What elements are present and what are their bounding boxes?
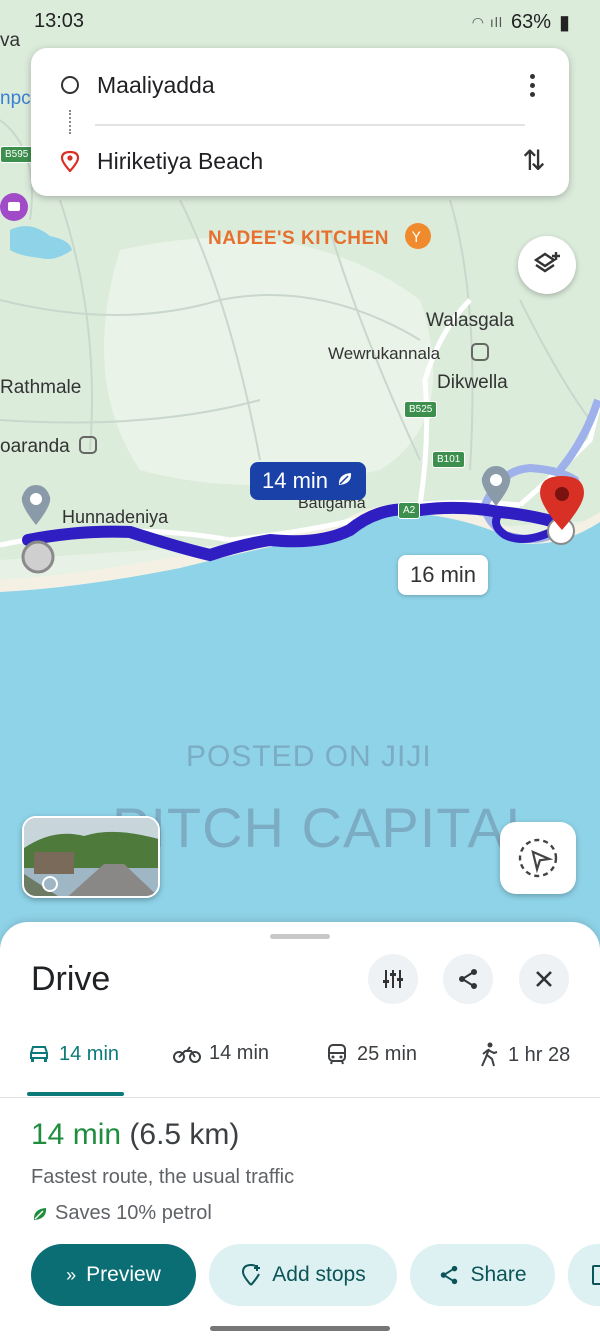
- watermark-line2: PITCH CAPITAL: [112, 796, 538, 859]
- bookmark-icon: [592, 1265, 600, 1285]
- add-pin-icon: [242, 1263, 261, 1286]
- place-wewrukannala: Wewrukannala: [328, 344, 441, 363]
- tab-transit[interactable]: 25 min: [325, 1042, 417, 1066]
- compass-icon: [518, 838, 558, 878]
- origin-field[interactable]: Maaliyadda: [97, 72, 215, 99]
- share-header-button[interactable]: [443, 954, 493, 1004]
- map-label-npc: npc: [0, 88, 31, 109]
- status-time: 13:03: [34, 10, 85, 32]
- tab-drive[interactable]: 14 min: [27, 1042, 119, 1066]
- share-label: Share: [470, 1263, 527, 1286]
- place-paranda: oaranda: [0, 436, 70, 457]
- route-distance: (6.5 km): [129, 1118, 240, 1151]
- place-dikwella: Dikwella: [437, 372, 508, 393]
- origin-circle-icon: [61, 76, 79, 94]
- tab-motorbike[interactable]: 14 min: [173, 1042, 269, 1065]
- route-time-primary: 14 min: [262, 468, 329, 493]
- place-walasgala: Walasgala: [426, 310, 515, 331]
- route-eco-note: Saves 10% petrol: [31, 1202, 212, 1225]
- leaf-icon: [336, 468, 354, 494]
- motorbike-icon: [173, 1045, 201, 1063]
- destination-field[interactable]: Hiriketiya Beach: [97, 148, 263, 175]
- watermark-line1: POSTED ON JIJI: [186, 740, 432, 773]
- directions-search-card: Maaliyadda Hiriketiya Beach ⇅: [31, 48, 569, 196]
- search-divider: [95, 124, 525, 126]
- double-chevron-icon: »: [66, 1264, 77, 1285]
- tab-motorbike-time: 14 min: [209, 1042, 270, 1064]
- battery-icon: ▮: [558, 12, 570, 34]
- road-badge-b595: B595: [0, 146, 34, 163]
- signal-icon: ◠ ıll: [471, 14, 503, 30]
- walk-icon: [481, 1042, 498, 1067]
- road-badge-b525: B525: [404, 401, 438, 418]
- recenter-button[interactable]: [500, 822, 576, 894]
- directions-sheet: Drive 14 min 14 min 25 min 1 hr 28 14 mi…: [0, 922, 600, 1339]
- transit-icon: [328, 1044, 346, 1065]
- poi-nadees-kitchen[interactable]: NADEE'S KITCHEN: [208, 228, 389, 250]
- layers-button[interactable]: [518, 236, 576, 294]
- add-stops-button[interactable]: Add stops: [209, 1244, 397, 1306]
- car-icon: [30, 1046, 48, 1062]
- battery-text: 63%: [510, 11, 551, 33]
- tab-walk-time: 1 hr 28: [508, 1043, 571, 1066]
- sheet-drag-handle[interactable]: [270, 934, 330, 939]
- status-icons: ◠ ıll 63% ▮: [472, 10, 570, 35]
- leaf-icon: [33, 1207, 47, 1220]
- route-time-alt: 16 min: [410, 562, 477, 587]
- route-connector: [69, 110, 71, 134]
- map-view[interactable]: Y 13:03 ◠ ıll 63% ▮ va npc B595 NADEE'S …: [0, 0, 600, 960]
- place-hunnadeniya: Hunnadeniya: [62, 507, 169, 527]
- destination-row[interactable]: Hiriketiya Beach: [31, 136, 569, 186]
- route-summary[interactable]: 14 min (6.5 km): [31, 1118, 239, 1152]
- origin-row[interactable]: Maaliyadda: [31, 60, 569, 110]
- svg-text:Y: Y: [411, 230, 421, 246]
- preview-label: Preview: [86, 1263, 161, 1286]
- tab-drive-time: 14 min: [59, 1042, 120, 1065]
- more-options-icon[interactable]: [517, 70, 547, 100]
- layers-icon: [533, 252, 560, 273]
- map-label-va: va: [0, 30, 21, 51]
- tab-transit-time: 25 min: [357, 1042, 418, 1065]
- system-nav-bar[interactable]: [210, 1326, 390, 1331]
- more-actions-button[interactable]: [568, 1244, 600, 1306]
- route-time-badge-alt[interactable]: 16 min: [398, 555, 489, 595]
- tab-walk[interactable]: 1 hr 28: [478, 1042, 570, 1068]
- road-badge-b101: B101: [432, 451, 466, 468]
- route-description: Fastest route, the usual traffic: [31, 1166, 295, 1188]
- street-view-thumbnail[interactable]: [22, 816, 160, 898]
- route-time-badge-primary[interactable]: 14 min: [250, 462, 367, 500]
- route-options-button[interactable]: [368, 954, 418, 1004]
- travel-mode-tabs: 14 min 14 min 25 min 1 hr 28: [0, 1032, 600, 1098]
- road-badge-a2: A2: [398, 502, 421, 519]
- route-eco-text: Saves 10% petrol: [55, 1202, 212, 1224]
- close-icon: [536, 971, 552, 987]
- share-icon: [459, 969, 477, 989]
- active-tab-indicator: [27, 1092, 124, 1096]
- add-stops-label: Add stops: [272, 1263, 366, 1286]
- status-bar: 13:03 ◠ ıll 63% ▮: [0, 8, 600, 36]
- route-duration: 14 min: [31, 1118, 122, 1151]
- preview-button[interactable]: » Preview: [31, 1244, 196, 1306]
- destination-pin-icon: [59, 150, 81, 173]
- share-button[interactable]: Share: [410, 1244, 555, 1306]
- swap-icon[interactable]: ⇅: [517, 144, 551, 178]
- share-icon: [441, 1265, 458, 1285]
- sheet-title: Drive: [31, 960, 111, 998]
- tune-icon: [383, 970, 403, 988]
- close-button[interactable]: [519, 954, 569, 1004]
- place-rathmale: Rathmale: [0, 377, 82, 398]
